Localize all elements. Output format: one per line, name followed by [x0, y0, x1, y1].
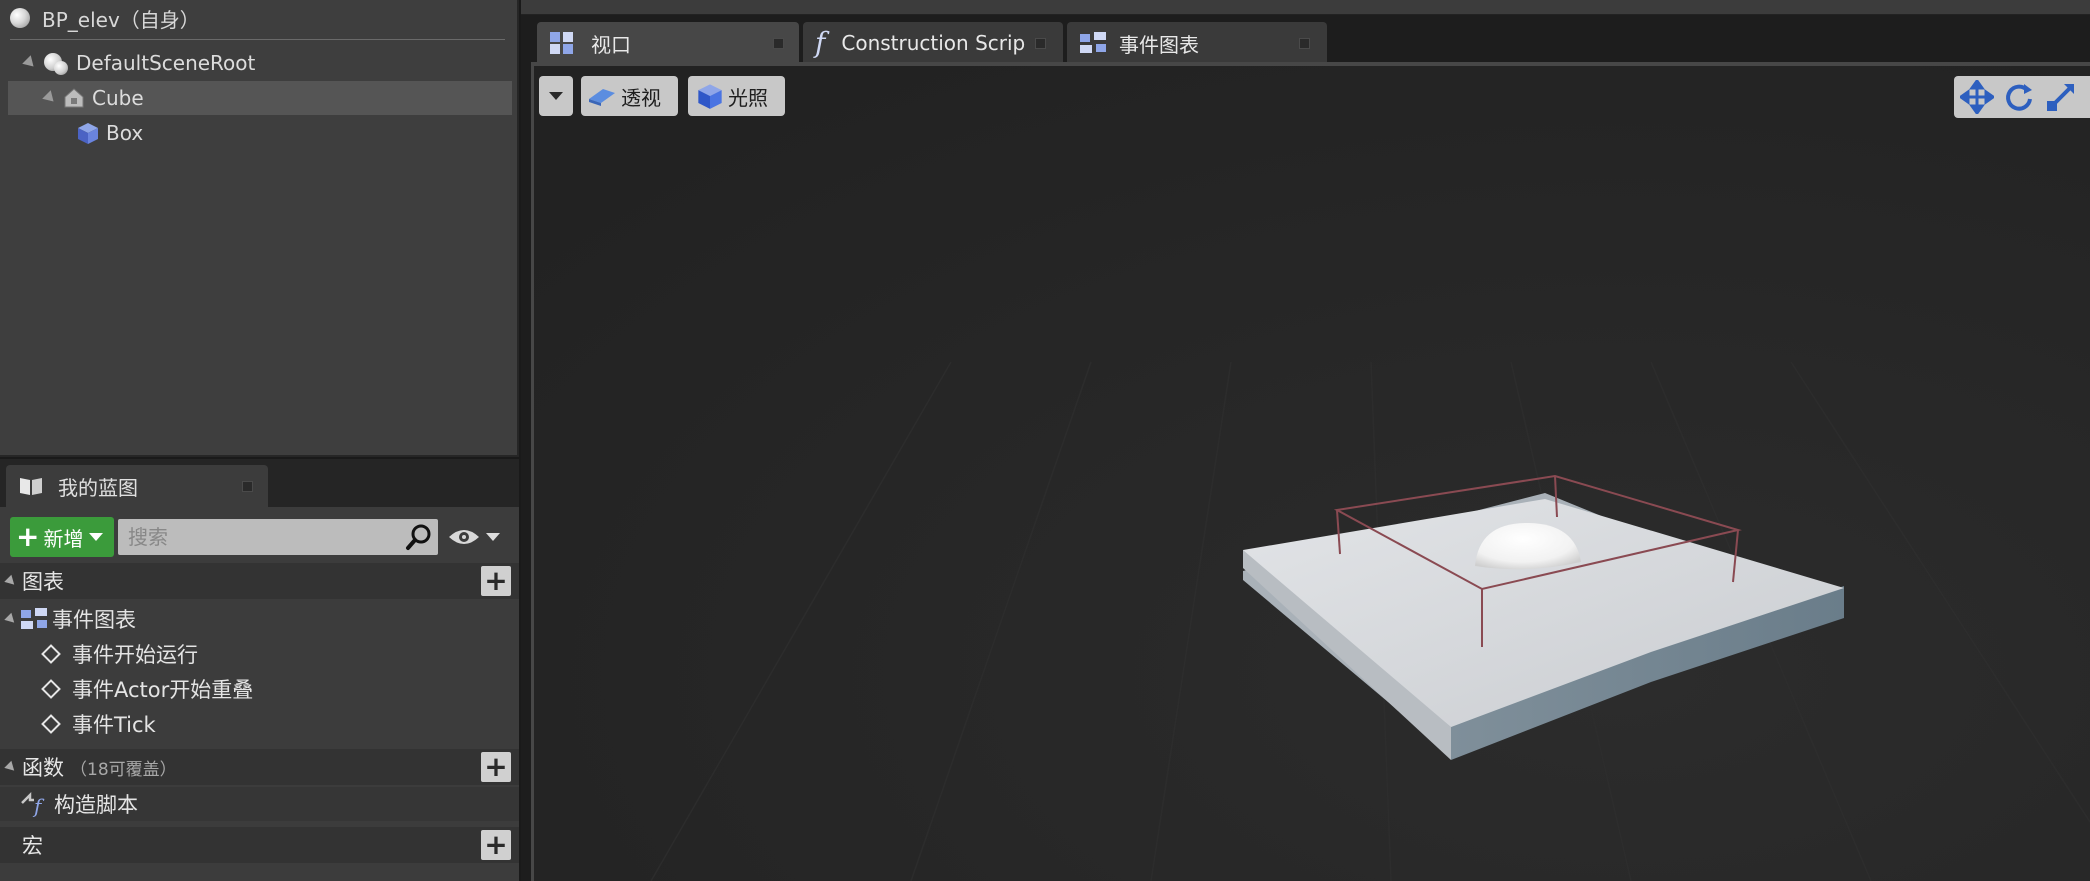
add-new-label: 新增 [43, 526, 84, 551]
event-label: 事件Actor开始重叠 [72, 678, 254, 702]
scale-tool-icon[interactable] [2044, 80, 2078, 114]
tab-close-icon[interactable] [1035, 38, 1046, 49]
tab-close-icon[interactable] [242, 481, 253, 492]
tree-item-label: DefaultSceneRoot [76, 51, 256, 75]
lighting-label: 光照 [728, 85, 768, 110]
event-diamond-icon [41, 714, 61, 734]
add-new-button[interactable]: + 新增 [10, 517, 114, 557]
tab-construction-script[interactable]: f Construction Scrip [803, 22, 1063, 64]
collapse-arrow-icon[interactable] [4, 574, 18, 588]
svg-text:f: f [32, 794, 45, 817]
function-icon: f [815, 26, 826, 59]
expand-arrow-icon[interactable] [42, 90, 58, 106]
tab-label: 事件图表 [1119, 32, 1199, 57]
perspective-icon [589, 89, 615, 106]
perspective-label: 透视 [621, 85, 661, 110]
add-graph-button[interactable]: + [481, 566, 511, 596]
section-graphs[interactable]: 图表 + [0, 563, 519, 599]
actor-sphere-icon [10, 8, 30, 28]
blueprint-self-row[interactable]: BP_elev（自身） [10, 4, 200, 32]
search-icon[interactable] [404, 522, 434, 552]
collapse-arrow-icon[interactable] [4, 760, 18, 774]
event-graph-item[interactable]: 事件图表 [0, 602, 519, 636]
components-divider [10, 39, 505, 40]
tree-item-box[interactable]: Box [76, 116, 506, 150]
section-graphs-label: 图表 [22, 570, 64, 594]
components-panel: BP_elev（自身） DefaultSceneRoot Cube Box [0, 0, 519, 457]
section-macros[interactable]: 宏 + [0, 827, 519, 863]
tree-item-defaultsceneroot[interactable]: DefaultSceneRoot [22, 46, 504, 80]
event-graph-label: 事件图表 [52, 608, 136, 632]
toolbar-strip [521, 0, 2090, 15]
construction-script-icon: f [21, 791, 45, 817]
static-mesh-cube-icon [78, 123, 98, 144]
editor-tab-bar: 视口 f Construction Scrip 事件图表 [521, 15, 2090, 64]
section-functions-label: 函数 [22, 756, 64, 780]
tab-viewport[interactable]: 视口 [537, 22, 799, 64]
perspective-button[interactable]: 透视 [581, 76, 678, 116]
event-item-tick[interactable]: 事件Tick [0, 707, 519, 741]
tab-event-graph[interactable]: 事件图表 [1067, 22, 1327, 64]
functions-override-note: （18可覆盖） [70, 759, 177, 780]
viewport-icon [550, 32, 573, 54]
add-macro-button[interactable]: + [481, 830, 511, 860]
editor-area: 视口 f Construction Scrip 事件图表 透视 光照 [521, 0, 2090, 881]
tree-item-cube[interactable]: Cube [8, 81, 512, 115]
section-functions[interactable]: 函数 （18可覆盖） + [0, 749, 519, 785]
my-blueprint-body: + 新增 图表 + [0, 507, 519, 881]
construction-script-item[interactable]: f 构造脚本 [0, 787, 519, 821]
collapse-arrow-icon[interactable] [4, 612, 18, 626]
scene-root-icon [42, 49, 70, 77]
move-tool-icon[interactable] [1960, 80, 1994, 114]
section-macros-label: 宏 [22, 834, 43, 858]
event-diamond-icon [41, 644, 61, 664]
event-graph-icon [1080, 32, 1106, 53]
lighting-button[interactable]: 光照 [688, 76, 785, 116]
tab-my-blueprint[interactable]: 我的蓝图 [6, 465, 268, 507]
tree-item-label: Cube [92, 86, 144, 110]
viewport-options-button[interactable] [539, 76, 573, 116]
blueprint-self-label: BP_elev（自身） [42, 7, 200, 32]
book-icon [20, 478, 42, 495]
rotate-tool-icon[interactable] [2002, 80, 2036, 114]
plus-icon: + [16, 520, 40, 553]
event-item-actor-begin-overlap[interactable]: 事件Actor开始重叠 [0, 672, 519, 706]
tree-item-label: Box [106, 121, 144, 145]
viewport-scene[interactable] [531, 62, 2090, 881]
cube-component-icon [64, 88, 84, 108]
expand-arrow-icon[interactable] [22, 55, 38, 71]
event-label: 事件开始运行 [72, 643, 198, 667]
lit-cube-icon [698, 84, 722, 109]
chevron-down-icon [549, 92, 563, 100]
event-diamond-icon [41, 679, 61, 699]
event-graph-icon [21, 608, 47, 629]
event-item-begin-play[interactable]: 事件开始运行 [0, 637, 519, 671]
search-input[interactable] [126, 524, 400, 550]
my-blueprint-panel: 我的蓝图 + 新增 图表 + [0, 459, 519, 881]
view-options-button[interactable] [448, 523, 508, 551]
tab-label: 视口 [591, 32, 631, 57]
tab-label: 我的蓝图 [58, 475, 138, 500]
event-label: 事件Tick [72, 713, 156, 737]
viewport[interactable]: 透视 光照 [531, 62, 2090, 881]
add-function-button[interactable]: + [481, 752, 511, 782]
search-field[interactable] [118, 519, 438, 555]
tab-close-icon[interactable] [773, 38, 784, 49]
viewport-background [534, 66, 2090, 881]
chevron-down-icon [89, 533, 104, 541]
transform-tools [1954, 76, 2090, 118]
tab-close-icon[interactable] [1299, 38, 1310, 49]
tab-label: Construction Scrip [841, 31, 1026, 55]
chevron-down-icon [486, 533, 500, 541]
eye-icon [449, 530, 479, 544]
construction-script-label: 构造脚本 [54, 793, 138, 817]
